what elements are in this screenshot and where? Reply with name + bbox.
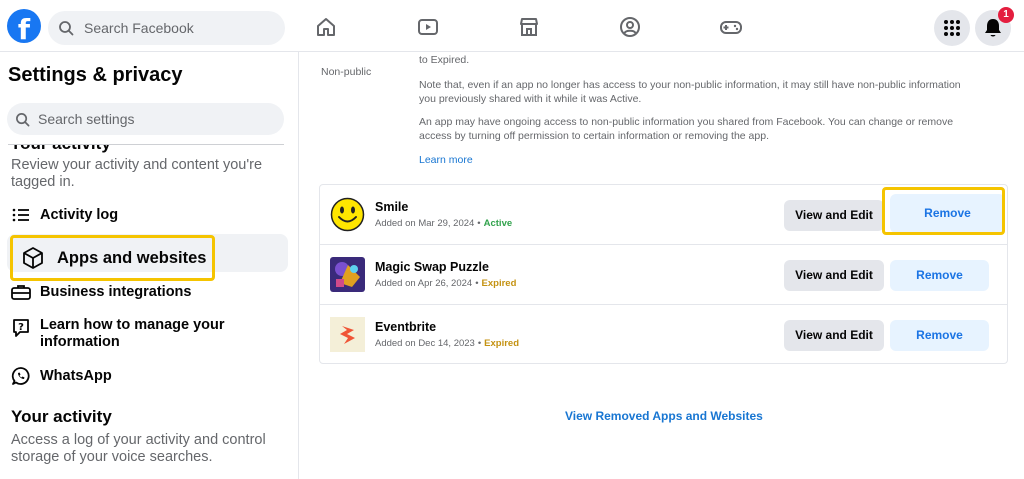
sidebar-item-label: Business integrations (40, 284, 192, 300)
sidebar-item-activity-log[interactable]: Activity log (10, 204, 118, 226)
sidebar-item-label: WhatsApp (40, 368, 112, 384)
view-and-edit-button[interactable]: View and Edit (784, 320, 884, 351)
svg-text:?: ? (18, 322, 24, 333)
eventbrite-app-icon (330, 317, 365, 352)
app-meta: Added on Mar 29, 2024 • Active (375, 218, 513, 229)
learn-more-link[interactable]: Learn more (419, 154, 473, 166)
whatsapp-icon (10, 365, 32, 387)
marketplace-icon[interactable] (517, 15, 541, 39)
apps-list: Smile Added on Mar 29, 2024 • Active View … (319, 184, 1008, 364)
search-placeholder: Search Facebook (84, 20, 194, 36)
home-icon[interactable] (314, 15, 338, 39)
remove-button[interactable]: Remove (890, 260, 989, 291)
sidebar-divider (8, 144, 284, 145)
view-and-edit-button[interactable]: View and Edit (784, 260, 884, 291)
activity-description: Review your activity and content you're … (11, 157, 263, 190)
highlight-box-remove (882, 187, 1005, 235)
app-added-date: Added on Dec 14, 2023 (375, 338, 475, 349)
info-text-partial: to Expired. (419, 54, 470, 66)
search-settings-input[interactable]: Search settings (7, 103, 284, 135)
app-status: Expired (481, 278, 517, 289)
app-row-magic-swap-puzzle: Magic Swap Puzzle Added on Apr 26, 2024 •… (320, 245, 1007, 305)
app-row-eventbrite: Eventbrite Added on Dec 14, 2023 • Expired… (320, 305, 1007, 365)
settings-sidebar: Settings & privacy Search settings Your … (0, 52, 299, 479)
gaming-icon[interactable] (719, 15, 743, 39)
info-paragraph-1: Note that, even if an app no longer has … (419, 79, 961, 105)
search-icon (59, 21, 74, 36)
magic-swap-puzzle-app-icon (330, 257, 365, 292)
facebook-logo[interactable]: f (7, 9, 41, 43)
your-activity-description: Access a log of your activity and contro… (11, 432, 266, 465)
sidebar-item-learn-manage-info[interactable]: ? Learn how to manage your information (10, 317, 240, 351)
app-meta: Added on Dec 14, 2023 • Expired (375, 338, 520, 349)
sidebar-item-apps-and-websites[interactable]: Apps and websites (20, 245, 206, 271)
sidebar-item-label: Learn how to manage your information (40, 317, 225, 350)
app-name: Magic Swap Puzzle (375, 260, 489, 274)
menu-grid-icon (944, 20, 960, 36)
notifications-button[interactable]: 1 (975, 7, 1014, 46)
search-icon (16, 112, 30, 126)
top-navigation-bar: f Search Facebook 1 (0, 0, 1024, 52)
sidebar-item-whatsapp[interactable]: WhatsApp (10, 365, 112, 387)
app-meta: Added on Apr 26, 2024 • Expired (375, 278, 517, 289)
app-status: Expired (484, 338, 520, 349)
sidebar-item-label: Activity log (40, 207, 119, 223)
view-removed-apps-link[interactable]: View Removed Apps and Websites (565, 409, 763, 423)
search-facebook-input[interactable]: Search Facebook (48, 11, 285, 45)
remove-button[interactable]: Remove (890, 320, 989, 351)
info-paragraph-2: An app may have ongoing access to non-pu… (419, 116, 954, 142)
sidebar-item-label: Apps and websites (57, 248, 207, 267)
menu-grid-button[interactable] (934, 10, 970, 46)
view-and-edit-button[interactable]: View and Edit (784, 200, 884, 231)
app-name: Smile (375, 200, 409, 214)
sidebar-title: Settings & privacy (8, 64, 183, 86)
smile-app-icon (330, 197, 365, 232)
app-added-date: Added on Apr 26, 2024 (375, 278, 473, 289)
briefcase-icon (10, 281, 32, 303)
notifications-icon (985, 19, 1001, 37)
app-status: Active (483, 218, 513, 229)
app-added-date: Added on Mar 29, 2024 (375, 218, 475, 229)
notification-badge: 1 (998, 7, 1014, 23)
watch-icon[interactable] (416, 15, 440, 39)
non-public-label: Non-public (321, 66, 372, 78)
app-name: Eventbrite (375, 320, 437, 334)
groups-icon[interactable] (618, 15, 642, 39)
sidebar-item-business-integrations[interactable]: Business integrations (10, 281, 191, 303)
help-chat-icon: ? (10, 317, 32, 339)
cube-icon (20, 245, 46, 271)
your-activity-heading: Your activity (11, 407, 112, 426)
search-settings-placeholder: Search settings (38, 111, 135, 127)
list-icon (10, 204, 32, 226)
